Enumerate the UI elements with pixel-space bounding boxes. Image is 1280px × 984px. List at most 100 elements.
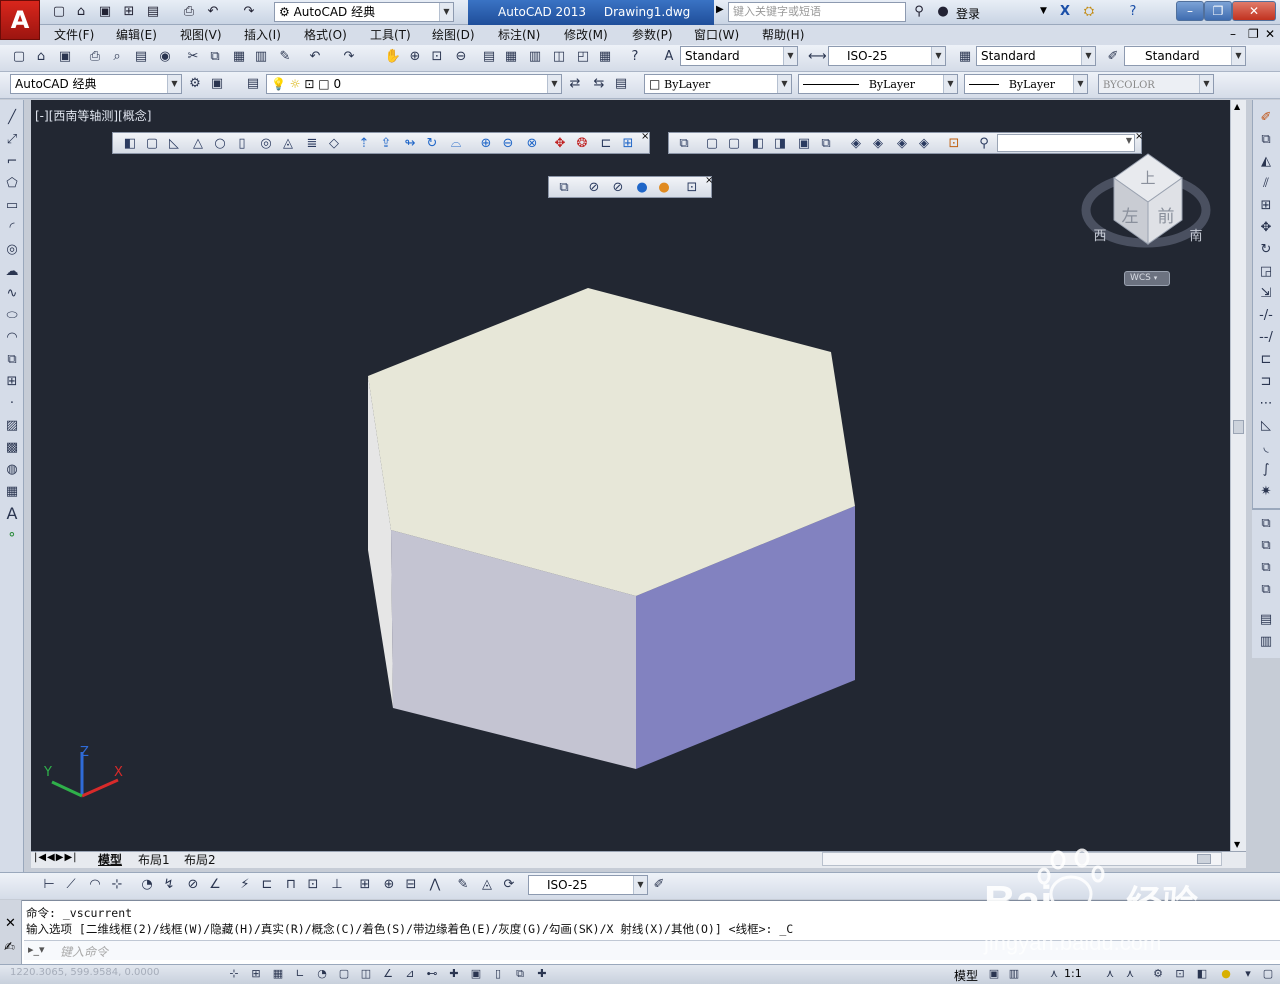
line-icon[interactable]: ╱ xyxy=(2,108,22,128)
annotation-visibility-icon[interactable]: ⋏ xyxy=(1102,966,1118,982)
doc-minimize-button[interactable]: – xyxy=(1230,27,1236,41)
tab-layout2[interactable]: 布局2 xyxy=(184,853,216,868)
close-button[interactable]: ✕ xyxy=(1232,1,1276,21)
point-icon[interactable]: · xyxy=(2,394,22,414)
wrench-icon[interactable]: ✍ xyxy=(4,940,15,955)
command-window-handle[interactable]: ✕ ✍ xyxy=(0,900,22,964)
explode-icon[interactable]: ✷ xyxy=(1256,482,1276,502)
status-menu-icon[interactable]: ▾ xyxy=(1240,966,1256,982)
jogged-linear-icon[interactable]: ⋀ xyxy=(426,876,444,894)
application-menu-button[interactable]: A xyxy=(0,0,40,40)
fillet-icon[interactable]: ◟ xyxy=(1256,438,1276,458)
vertical-scrollbar[interactable]: ▲ ▼ xyxy=(1230,100,1246,851)
plot-style-select[interactable]: BYCOLOR ▼ xyxy=(1098,74,1214,94)
menu-file[interactable]: 文件(F) xyxy=(54,27,94,43)
wcs-menu[interactable]: WCS ▾ xyxy=(1124,271,1170,286)
redo-icon[interactable]: ↷ xyxy=(240,3,258,21)
grid-icon[interactable]: ▦ xyxy=(270,966,286,982)
make-block-icon[interactable]: ⊞ xyxy=(2,372,22,392)
pan-icon[interactable]: ✋ xyxy=(384,48,402,66)
menu-window[interactable]: 窗口(W) xyxy=(694,27,739,43)
bring-above-icon[interactable]: ⧉ xyxy=(1256,558,1276,578)
polygon-icon[interactable]: ⬠ xyxy=(2,174,22,194)
angular-icon[interactable]: ∠ xyxy=(206,876,224,894)
text-style-select[interactable]: Standard ▼ xyxy=(680,46,798,66)
menu-parametric[interactable]: 参数(P) xyxy=(632,27,673,43)
search-input[interactable]: 键入关键字或短语 xyxy=(728,2,906,22)
open-icon[interactable]: ⌂ xyxy=(72,3,90,21)
new-icon[interactable]: ▢ xyxy=(10,48,28,66)
multileader-style-select[interactable]: Standard ▼ xyxy=(1124,46,1246,66)
erase-icon[interactable]: ✐ xyxy=(1256,108,1276,128)
table-icon[interactable]: ▦ xyxy=(2,482,22,502)
calculator-icon[interactable]: ▦ xyxy=(596,48,614,66)
revision-cloud-icon[interactable]: ☁ xyxy=(2,262,22,282)
extend-icon[interactable]: --/ xyxy=(1256,328,1276,348)
close-icon[interactable]: ✕ xyxy=(5,916,16,931)
viewcube[interactable]: 上 左 前 西 南 xyxy=(1078,140,1218,290)
layer-state-icon[interactable]: ▤ xyxy=(612,75,630,93)
workspace-save-icon[interactable]: ▣ xyxy=(208,75,226,93)
baseline-icon[interactable]: ⊏ xyxy=(258,876,276,894)
login-link[interactable]: 登录 xyxy=(956,5,980,22)
infer-constraints-icon[interactable]: ⊹ xyxy=(226,966,242,982)
menu-dimension[interactable]: 标注(N) xyxy=(498,27,540,43)
chevron-down-icon[interactable]: ▼ xyxy=(1040,6,1047,16)
publish-icon[interactable]: ▤ xyxy=(144,3,162,21)
spline-icon[interactable]: ∿ xyxy=(2,284,22,304)
quick-dim-icon[interactable]: ⚡ xyxy=(236,876,254,894)
chamfer-icon[interactable]: ◺ xyxy=(1256,416,1276,436)
isolate-objects-icon[interactable]: ● xyxy=(1218,966,1234,982)
3d-print-icon[interactable]: ◉ xyxy=(156,48,174,66)
bring-to-front-icon[interactable]: ⧉ xyxy=(1256,514,1276,534)
transparency-icon[interactable]: ▣ xyxy=(468,966,484,982)
insert-block-icon[interactable]: ⧉ xyxy=(2,350,22,370)
lineweight-select[interactable]: ByLayer ▼ xyxy=(964,74,1088,94)
binoculars-icon[interactable]: ⚲ xyxy=(910,3,928,21)
doc-restore-button[interactable]: ❐ xyxy=(1248,27,1259,41)
space-icon[interactable]: ⊡ xyxy=(304,876,322,894)
inspect-icon[interactable]: ⊟ xyxy=(402,876,420,894)
annotation-scale-icon[interactable]: ⋏ xyxy=(1046,966,1062,982)
save-as-icon[interactable]: ⊞ xyxy=(120,3,138,21)
exchange-icon[interactable]: X xyxy=(1056,3,1074,21)
dynamic-ucs-icon[interactable]: ⊿ xyxy=(402,966,418,982)
text-style-icon[interactable]: A xyxy=(660,48,678,66)
menu-tools[interactable]: 工具(T) xyxy=(370,27,411,43)
dim-text-edit-icon[interactable]: ◬ xyxy=(478,876,496,894)
zoom-realtime-icon[interactable]: ⊕ xyxy=(406,48,424,66)
polar-icon[interactable]: ◔ xyxy=(314,966,330,982)
break-at-point-icon[interactable]: ⊏ xyxy=(1256,350,1276,370)
model-space-button[interactable]: 模型 xyxy=(954,967,978,984)
trim-icon[interactable]: -/- xyxy=(1256,306,1276,326)
dim-style-select[interactable]: ISO-25 ▼ xyxy=(528,875,648,895)
auto-scale-icon[interactable]: ⋏ xyxy=(1122,966,1138,982)
workspace-switcher[interactable]: ⚙ AutoCAD 经典 ▼ xyxy=(274,2,454,22)
redo-icon[interactable]: ↷ xyxy=(340,48,358,66)
annotation-scale-value[interactable]: 1:1 xyxy=(1064,967,1082,980)
lock-icon[interactable]: ⛭ xyxy=(1080,3,1098,21)
array-icon[interactable]: ⊞ xyxy=(1256,196,1276,216)
design-center-icon[interactable]: ▦ xyxy=(502,48,520,66)
layer-manager-icon[interactable]: ▤ xyxy=(244,75,262,93)
undo-icon[interactable]: ↶ xyxy=(306,48,324,66)
paste-icon[interactable]: ▦ xyxy=(230,48,248,66)
tab-nav-arrows[interactable]: |◀◀▶▶| xyxy=(34,852,78,863)
menu-help[interactable]: 帮助(H) xyxy=(762,27,804,43)
match-properties-icon[interactable]: ✎ xyxy=(276,48,294,66)
scroll-thumb[interactable] xyxy=(1233,420,1244,434)
move-icon[interactable]: ✥ xyxy=(1256,218,1276,238)
add-selected-icon[interactable]: ⚬ xyxy=(2,526,22,546)
open-icon[interactable]: ⌂ xyxy=(32,48,50,66)
offset-icon[interactable]: ⫽ xyxy=(1256,174,1276,194)
ortho-icon[interactable]: ∟ xyxy=(292,966,308,982)
save-icon[interactable]: ▣ xyxy=(56,48,74,66)
construction-line-icon[interactable]: ⤢ xyxy=(2,130,22,150)
region-icon[interactable]: ◍ xyxy=(2,460,22,480)
send-to-back-icon[interactable]: ⧉ xyxy=(1256,536,1276,556)
annotation-monitor-icon[interactable]: ✚ xyxy=(534,966,550,982)
menu-format[interactable]: 格式(O) xyxy=(304,27,347,43)
tolerance-icon[interactable]: ⊞ xyxy=(356,876,374,894)
undo-icon[interactable]: ↶ xyxy=(204,3,222,21)
arc-length-icon[interactable]: ◠ xyxy=(86,876,104,894)
